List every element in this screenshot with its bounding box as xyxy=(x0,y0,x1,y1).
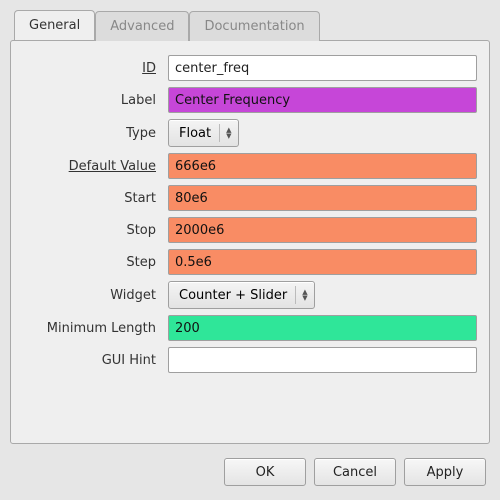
dialog-buttons: OK Cancel Apply xyxy=(4,450,496,496)
id-label: ID xyxy=(23,61,158,76)
stop-field-wrap xyxy=(168,217,477,243)
label-input[interactable] xyxy=(168,87,477,113)
tab-documentation-label: Documentation xyxy=(204,19,304,34)
tab-advanced[interactable]: Advanced xyxy=(95,11,189,41)
label-field-wrap xyxy=(168,87,477,113)
default-field-wrap xyxy=(168,153,477,179)
tab-advanced-label: Advanced xyxy=(110,19,174,34)
tab-content-general: ID Label Type Float ▲▼ Default Value xyxy=(10,40,490,444)
guihint-label: GUI Hint xyxy=(23,353,158,368)
type-field-wrap: Float ▲▼ xyxy=(168,119,477,147)
widget-combo-value: Counter + Slider xyxy=(179,288,287,303)
tab-documentation[interactable]: Documentation xyxy=(189,11,319,41)
guihint-field-wrap xyxy=(168,347,477,373)
tab-general[interactable]: General xyxy=(14,10,95,40)
cancel-button[interactable]: Cancel xyxy=(314,458,396,486)
type-label: Type xyxy=(23,126,158,141)
type-combo-value: Float xyxy=(179,126,211,141)
stop-label: Stop xyxy=(23,223,158,238)
updown-icon: ▲▼ xyxy=(219,124,231,142)
widget-combo[interactable]: Counter + Slider ▲▼ xyxy=(168,281,315,309)
tabstrip: General Advanced Documentation xyxy=(10,10,490,40)
step-input[interactable] xyxy=(168,249,477,275)
type-combo[interactable]: Float ▲▼ xyxy=(168,119,239,147)
widget-field-wrap: Counter + Slider ▲▼ xyxy=(168,281,477,309)
tab-general-label: General xyxy=(29,18,80,33)
start-input[interactable] xyxy=(168,185,477,211)
stop-input[interactable] xyxy=(168,217,477,243)
form-grid: ID Label Type Float ▲▼ Default Value xyxy=(23,55,477,373)
minlen-input[interactable] xyxy=(168,315,477,341)
updown-icon: ▲▼ xyxy=(295,286,307,304)
minlen-label: Minimum Length xyxy=(23,321,158,336)
minlen-field-wrap xyxy=(168,315,477,341)
step-label: Step xyxy=(23,255,158,270)
start-label: Start xyxy=(23,191,158,206)
tabs-area: General Advanced Documentation ID Label … xyxy=(10,10,490,444)
step-field-wrap xyxy=(168,249,477,275)
ok-button[interactable]: OK xyxy=(224,458,306,486)
default-label: Default Value xyxy=(23,159,158,174)
widget-label: Widget xyxy=(23,288,158,303)
start-field-wrap xyxy=(168,185,477,211)
id-field-wrap xyxy=(168,55,477,81)
properties-dialog: General Advanced Documentation ID Label … xyxy=(0,0,500,500)
id-input[interactable] xyxy=(168,55,477,81)
label-label: Label xyxy=(23,93,158,108)
apply-button[interactable]: Apply xyxy=(404,458,486,486)
guihint-input[interactable] xyxy=(168,347,477,373)
default-input[interactable] xyxy=(168,153,477,179)
